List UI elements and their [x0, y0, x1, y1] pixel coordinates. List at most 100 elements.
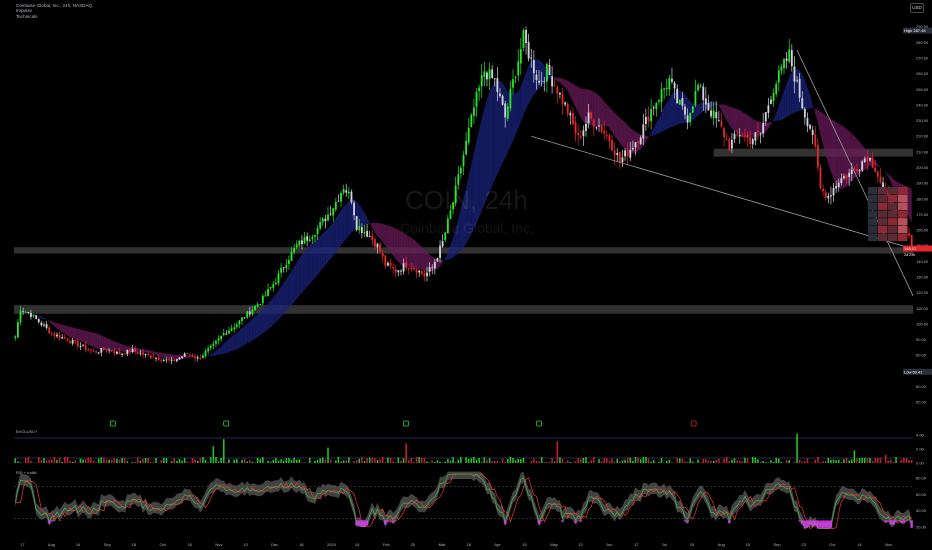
volume-bar — [121, 458, 123, 463]
candle-body — [168, 359, 170, 361]
candle-body — [89, 349, 92, 351]
cloud-segment — [242, 325, 245, 347]
volume-bar — [439, 461, 441, 463]
rsi-histogram-bar — [899, 520, 903, 523]
candle-body — [788, 49, 791, 62]
cloud-segment — [80, 329, 84, 343]
volume-bar — [212, 446, 215, 463]
cloud-segment — [807, 87, 811, 110]
candle-body — [71, 339, 74, 344]
volume-bar — [879, 458, 882, 463]
candle-body — [704, 98, 707, 105]
volume-bar — [465, 457, 467, 463]
cloud-segment — [645, 135, 649, 141]
volume-bar — [741, 461, 744, 463]
cloud-segment — [557, 77, 560, 83]
volume-bar — [152, 461, 155, 463]
cloud-segment — [369, 222, 373, 229]
candle-body — [665, 87, 668, 90]
rsi-histogram-bar — [391, 520, 395, 523]
candle-body — [572, 112, 574, 125]
candle-body — [671, 78, 673, 82]
cloud-segment — [372, 223, 375, 233]
cloud-segment — [116, 342, 120, 352]
volume-pane-label[interactable]: BVOLUSD+ — [16, 429, 37, 434]
time-tick-label: Mar — [439, 542, 447, 547]
price-tick-label: 140.00 — [916, 259, 929, 264]
candle-body — [32, 314, 35, 317]
candle-body — [384, 255, 387, 266]
cloud-segment — [343, 203, 347, 243]
table-cell — [888, 226, 898, 234]
candle-body — [173, 360, 176, 361]
volume-bar — [322, 457, 324, 463]
cloud-segment — [770, 118, 774, 125]
candle-body — [277, 273, 280, 284]
cloud-segment — [817, 109, 821, 136]
candle-body — [506, 106, 509, 119]
volume-bar — [759, 461, 762, 463]
candle-body — [324, 218, 327, 222]
candle-body — [613, 150, 616, 156]
cloud-segment — [213, 350, 216, 356]
volume-bar — [626, 457, 629, 463]
cloud-segment — [664, 102, 667, 131]
cloud-segment — [320, 233, 323, 272]
candle-body — [689, 113, 692, 123]
cloud-segment — [815, 108, 818, 124]
price-tick-label: 180.00 — [916, 196, 929, 201]
cloud-segment — [64, 325, 68, 336]
volume-bar — [56, 459, 58, 463]
candle-body — [650, 109, 653, 122]
candle-body — [162, 359, 165, 361]
time-axis: 17 Aug 14 Sep 18 Oct 16 Nov 13 Dec 18 2024 15 Feb 20 Ma… — [20, 542, 892, 547]
candle-body — [410, 268, 413, 270]
indicator-technicals-label[interactable]: Technicals — [16, 14, 92, 19]
time-tick-label: Feb — [383, 542, 391, 547]
candle-body — [74, 339, 77, 342]
volume-bar — [517, 458, 520, 463]
candle-body — [652, 107, 655, 109]
candle-body — [353, 202, 355, 216]
candle-body — [574, 122, 577, 134]
volume-bar — [540, 457, 543, 463]
volume-bar — [64, 457, 66, 463]
cloud-segment — [88, 331, 91, 346]
rsi-pane-label[interactable]: RSI + Indiki — [16, 470, 37, 475]
time-tick-label: Sep — [773, 542, 781, 547]
candle-body — [298, 240, 301, 246]
candle-body — [222, 333, 225, 336]
cloud-segment — [231, 334, 235, 352]
cloud-segment — [101, 335, 104, 350]
currency-button[interactable]: USD — [910, 3, 924, 13]
candle-body — [415, 270, 418, 273]
cloud-segment — [387, 225, 391, 253]
table-cell — [878, 194, 888, 203]
candle-body — [426, 272, 428, 277]
cloud-segment — [518, 86, 521, 129]
candle-body — [525, 29, 527, 44]
cloud-segment — [614, 112, 618, 140]
candle-body — [264, 295, 267, 297]
candle-body — [30, 312, 32, 318]
volume-bar — [645, 456, 647, 463]
cloud-segment — [77, 328, 81, 342]
cloud-segment — [304, 248, 308, 290]
candle-body — [269, 287, 272, 289]
volume-bar — [887, 460, 890, 463]
candle-body — [871, 157, 874, 168]
volume-bar — [551, 458, 553, 463]
rsi-histogram-bar — [365, 520, 369, 526]
cloud-segment — [875, 161, 878, 167]
candle-body — [436, 258, 439, 262]
cloud-segment — [447, 244, 451, 260]
volume-bar — [548, 461, 551, 463]
volume-bar — [371, 457, 374, 463]
chart-canvas[interactable]: 290.00280.00270.00260.00250.00240.00230.… — [0, 0, 932, 550]
candle-body — [519, 49, 522, 64]
price-tick-label: 250.00 — [916, 87, 929, 92]
time-tick-label: Oct — [829, 542, 836, 547]
candle-body — [97, 352, 100, 354]
volume-bar — [905, 458, 908, 463]
volume-bar — [259, 459, 262, 463]
